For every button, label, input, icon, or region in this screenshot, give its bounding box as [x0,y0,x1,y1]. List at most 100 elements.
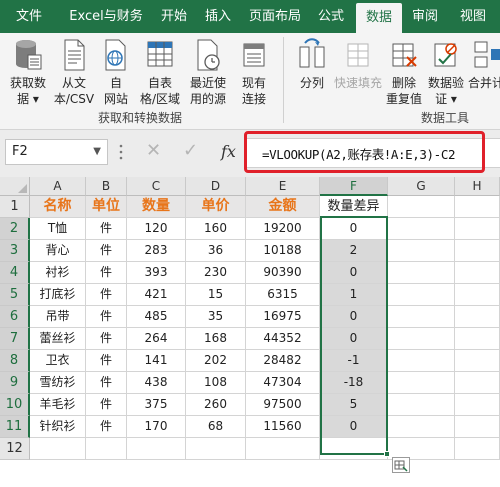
table-cell[interactable]: 68 [186,416,246,438]
cell[interactable] [388,394,455,416]
column-header-c[interactable]: C [127,177,186,196]
flash-fill-button[interactable]: 快速填充 [332,37,384,91]
cell[interactable] [455,240,500,262]
text-to-columns-button[interactable]: 分列 [292,37,332,91]
cell[interactable] [388,372,455,394]
table-cell[interactable]: 羊毛衫 [30,394,86,416]
table-cell[interactable]: 衬衫 [30,262,86,284]
difference-cell[interactable]: 0 [320,328,388,350]
tab-formulas[interactable]: 公式 [308,0,354,33]
table-cell[interactable]: 160 [186,218,246,240]
row-header-1[interactable]: 1 [0,196,30,218]
cell[interactable] [455,306,500,328]
tab-page-layout[interactable]: 页面布局 [242,0,308,33]
row-header-12[interactable]: 12 [0,438,30,460]
table-cell[interactable]: 件 [86,262,127,284]
difference-cell[interactable]: 0 [320,262,388,284]
row-header-11[interactable]: 11 [0,416,30,438]
difference-cell[interactable]: 0 [320,416,388,438]
table-cell[interactable]: 件 [86,372,127,394]
table-cell[interactable]: T恤 [30,218,86,240]
difference-cell[interactable]: 2 [320,240,388,262]
row-header-9[interactable]: 9 [0,372,30,394]
cancel-icon[interactable]: ✕ [146,140,161,161]
insert-function-icon[interactable]: fx [221,142,236,161]
tab-excel-finance[interactable]: Excel与财务 [60,0,152,33]
row-header-3[interactable]: 3 [0,240,30,262]
data-validation-button[interactable]: 数据验 证 ▾ [424,37,468,107]
difference-cell[interactable]: -1 [320,350,388,372]
row-header-6[interactable]: 6 [0,306,30,328]
more-icon[interactable] [118,141,124,163]
table-cell[interactable]: 件 [86,394,127,416]
column-header-h[interactable]: H [455,177,500,196]
cell[interactable] [320,438,388,460]
cell[interactable] [388,416,455,438]
cell[interactable] [388,284,455,306]
cell[interactable] [246,438,320,460]
enter-icon[interactable]: ✓ [183,140,198,161]
cell[interactable] [455,416,500,438]
name-box[interactable]: F2 ▼ [5,139,108,165]
table-cell[interactable]: 438 [127,372,186,394]
cell[interactable] [86,438,127,460]
tab-data[interactable]: 数据 [356,3,402,33]
table-cell[interactable]: 90390 [246,262,320,284]
existing-connections-button[interactable]: 现有 连接 [236,37,272,107]
cell[interactable] [388,350,455,372]
table-cell[interactable]: 6315 [246,284,320,306]
from-text-csv-button[interactable]: 从文 本/CSV [52,37,96,107]
table-cell[interactable]: 260 [186,394,246,416]
table-cell[interactable]: 283 [127,240,186,262]
column-header-e[interactable]: E [246,177,320,196]
difference-cell[interactable]: 1 [320,284,388,306]
select-all-button[interactable] [0,177,30,196]
table-cell[interactable]: 168 [186,328,246,350]
fill-handle[interactable] [384,451,390,457]
tab-file[interactable]: 文件 [6,0,52,33]
row-header-5[interactable]: 5 [0,284,30,306]
tab-view[interactable]: 视图 [450,0,496,33]
column-header-f[interactable]: F [320,177,388,196]
table-cell[interactable]: 230 [186,262,246,284]
cell[interactable] [455,328,500,350]
table-cell[interactable]: 47304 [246,372,320,394]
table-cell[interactable]: 393 [127,262,186,284]
table-cell[interactable]: 16975 [246,306,320,328]
table-cell[interactable]: 雪纺衫 [30,372,86,394]
table-cell[interactable]: 件 [86,218,127,240]
cell[interactable] [388,240,455,262]
table-cell[interactable]: 35 [186,306,246,328]
table-cell[interactable]: 件 [86,240,127,262]
cell[interactable] [30,438,86,460]
cell[interactable] [186,438,246,460]
table-cell[interactable]: 19200 [246,218,320,240]
table-cell[interactable]: 件 [86,306,127,328]
row-header-4[interactable]: 4 [0,262,30,284]
difference-cell[interactable]: 0 [320,306,388,328]
table-cell[interactable]: 44352 [246,328,320,350]
cell[interactable] [455,350,500,372]
table-cell[interactable]: 打底衫 [30,284,86,306]
table-cell[interactable]: 件 [86,284,127,306]
table-cell[interactable]: 针织衫 [30,416,86,438]
table-cell[interactable]: 108 [186,372,246,394]
table-cell[interactable]: 120 [127,218,186,240]
cell[interactable] [455,284,500,306]
column-header-g[interactable]: G [388,177,455,196]
table-cell[interactable]: 吊带 [30,306,86,328]
table-cell[interactable]: 141 [127,350,186,372]
cell[interactable] [455,372,500,394]
remove-duplicates-button[interactable]: 删除 重复值 [384,37,424,107]
cell[interactable] [455,438,500,460]
tab-review[interactable]: 审阅 [402,0,448,33]
cell[interactable] [388,328,455,350]
column-header-a[interactable]: A [30,177,86,196]
cell[interactable] [388,306,455,328]
header-cell[interactable]: 数量 [127,196,186,218]
table-cell[interactable]: 背心 [30,240,86,262]
table-cell[interactable]: 15 [186,284,246,306]
difference-cell[interactable]: -18 [320,372,388,394]
cell[interactable] [388,196,455,218]
table-cell[interactable]: 36 [186,240,246,262]
